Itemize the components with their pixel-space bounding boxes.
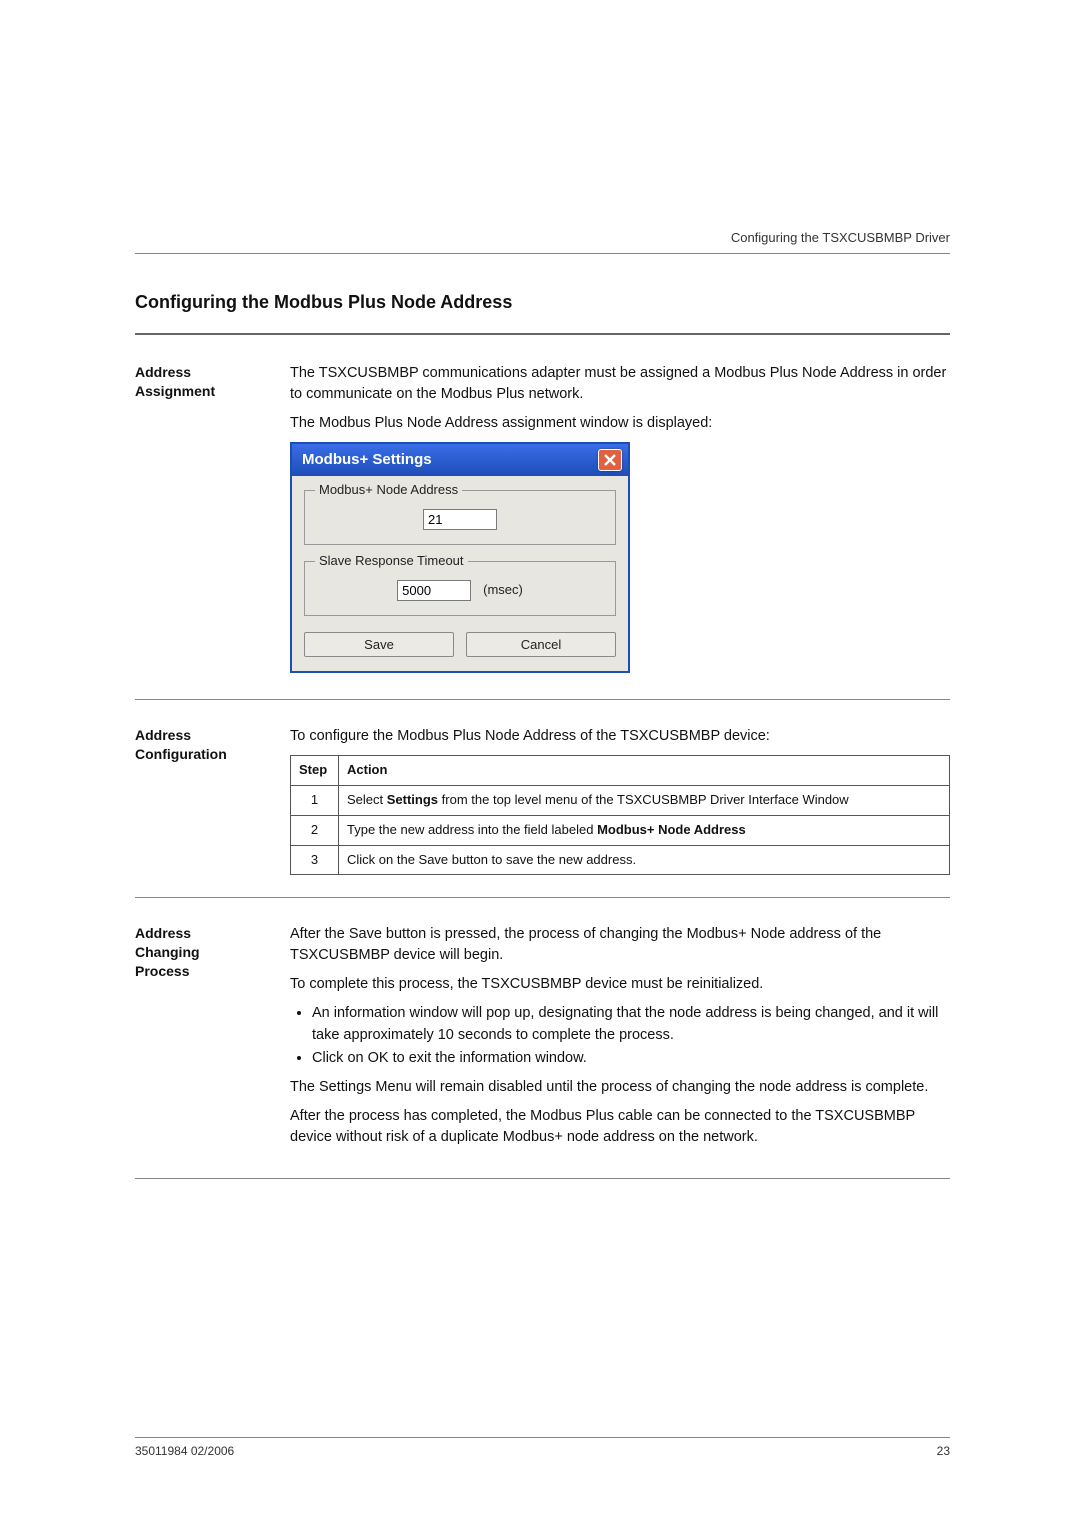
side-label-text: Address bbox=[135, 727, 191, 743]
col-action: Action bbox=[339, 756, 950, 786]
dialog-body: Modbus+ Node Address Slave Response Time… bbox=[292, 476, 628, 671]
dialog-titlebar: Modbus+ Settings bbox=[292, 444, 628, 476]
page-title: Configuring the Modbus Plus Node Address bbox=[135, 292, 950, 313]
section-rule bbox=[135, 1178, 950, 1179]
running-head: Configuring the TSXCUSBMBP Driver bbox=[135, 230, 950, 245]
col-step: Step bbox=[291, 756, 339, 786]
side-label-text: Assignment bbox=[135, 383, 215, 399]
list-item: An information window will pop up, desig… bbox=[312, 1003, 950, 1045]
footer-rule bbox=[135, 1437, 950, 1438]
step-action: Click on the Save button to save the new… bbox=[339, 845, 950, 875]
title-rule bbox=[135, 333, 950, 335]
paragraph: The TSXCUSBMBP communications adapter mu… bbox=[290, 363, 950, 405]
paragraph: After the Save button is pressed, the pr… bbox=[290, 924, 950, 966]
side-label-text: Configuration bbox=[135, 746, 227, 762]
section-rule bbox=[135, 897, 950, 898]
paragraph: To configure the Modbus Plus Node Addres… bbox=[290, 726, 950, 747]
action-text: Type the new address into the field labe… bbox=[347, 822, 597, 837]
cancel-button[interactable]: Cancel bbox=[466, 632, 616, 657]
node-address-legend: Modbus+ Node Address bbox=[315, 481, 462, 500]
section-address-configuration: Address Configuration To configure the M… bbox=[135, 726, 950, 875]
side-label-text: Address bbox=[135, 364, 191, 380]
slave-timeout-fieldset: Slave Response Timeout (msec) bbox=[304, 561, 616, 616]
table-row: 2 Type the new address into the field la… bbox=[291, 815, 950, 845]
node-address-fieldset: Modbus+ Node Address bbox=[304, 490, 616, 545]
table-header-row: Step Action bbox=[291, 756, 950, 786]
info-bullets: An information window will pop up, desig… bbox=[312, 1003, 950, 1068]
table-row: 3 Click on the Save button to save the n… bbox=[291, 845, 950, 875]
list-item: Click on OK to exit the information wind… bbox=[312, 1048, 950, 1069]
paragraph: After the process has completed, the Mod… bbox=[290, 1106, 950, 1148]
section-address-changing: Address Changing Process After the Save … bbox=[135, 924, 950, 1155]
modbus-settings-dialog: Modbus+ Settings Modbus+ Node Address bbox=[290, 442, 630, 673]
action-bold: Settings bbox=[387, 792, 438, 807]
step-action: Type the new address into the field labe… bbox=[339, 815, 950, 845]
section-rule bbox=[135, 699, 950, 700]
side-label-text: Process bbox=[135, 963, 189, 979]
action-bold: Modbus+ Node Address bbox=[597, 822, 746, 837]
slave-timeout-input[interactable] bbox=[397, 580, 471, 601]
paragraph: To complete this process, the TSXCUSBMBP… bbox=[290, 974, 950, 995]
table-row: 1 Select Settings from the top level men… bbox=[291, 785, 950, 815]
dialog-title: Modbus+ Settings bbox=[302, 449, 432, 471]
step-number: 2 bbox=[291, 815, 339, 845]
action-text: Click on the Save button to save the new… bbox=[347, 852, 636, 867]
configuration-steps-table: Step Action 1 Select Settings from the t… bbox=[290, 755, 950, 875]
action-text: Select bbox=[347, 792, 387, 807]
action-text: from the top level menu of the TSXCUSBMB… bbox=[438, 792, 849, 807]
side-label-assignment: Address Assignment bbox=[135, 363, 290, 401]
footer-page-number: 23 bbox=[937, 1444, 950, 1458]
side-label-changing: Address Changing Process bbox=[135, 924, 290, 981]
section-address-assignment: Address Assignment The TSXCUSBMBP commun… bbox=[135, 363, 950, 677]
node-address-input[interactable] bbox=[423, 509, 497, 530]
paragraph: The Modbus Plus Node Address assignment … bbox=[290, 413, 950, 434]
page-footer: 35011984 02/2006 23 bbox=[135, 1437, 950, 1458]
timeout-unit: (msec) bbox=[483, 581, 523, 600]
paragraph: The Settings Menu will remain disabled u… bbox=[290, 1077, 950, 1098]
slave-timeout-legend: Slave Response Timeout bbox=[315, 552, 468, 571]
side-label-configuration: Address Configuration bbox=[135, 726, 290, 764]
step-number: 1 bbox=[291, 785, 339, 815]
side-label-text: Address bbox=[135, 925, 191, 941]
save-button[interactable]: Save bbox=[304, 632, 454, 657]
step-action: Select Settings from the top level menu … bbox=[339, 785, 950, 815]
footer-docid: 35011984 02/2006 bbox=[135, 1444, 234, 1458]
side-label-text: Changing bbox=[135, 944, 200, 960]
header-rule bbox=[135, 253, 950, 254]
close-icon[interactable] bbox=[598, 449, 622, 471]
step-number: 3 bbox=[291, 845, 339, 875]
